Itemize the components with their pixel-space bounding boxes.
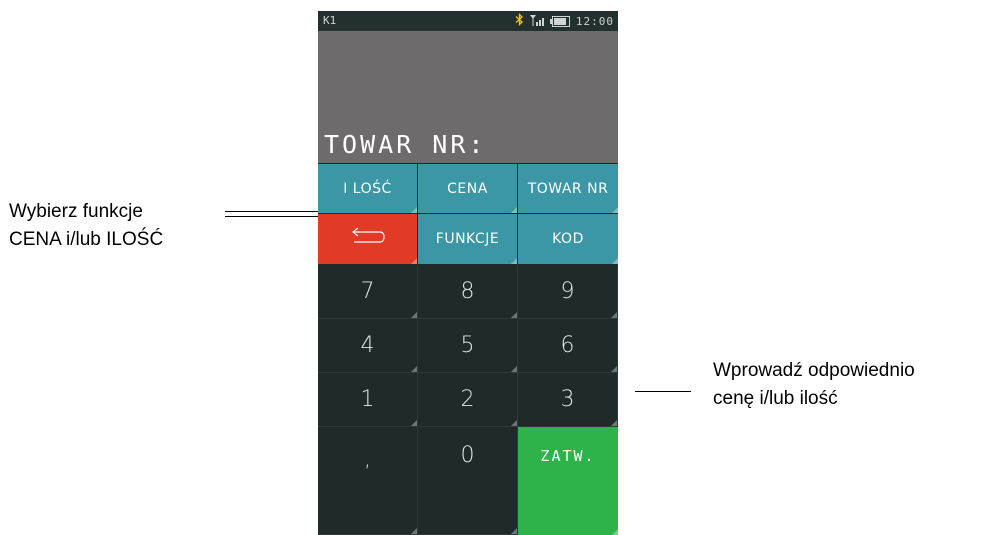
digit-key-6[interactable]: 6 xyxy=(518,319,618,373)
annotation-left-line2: CENA i/lub ILOŚĆ xyxy=(9,229,164,250)
confirm-button-label: ZATW. xyxy=(540,447,596,465)
digit-key-1[interactable]: 1 xyxy=(318,373,418,427)
digit-key-label: 5 xyxy=(460,333,475,358)
back-button[interactable] xyxy=(318,214,417,264)
code-key-label: KOD xyxy=(552,231,584,247)
digit-key-label: 4 xyxy=(360,333,375,358)
comma-key-label: , xyxy=(364,447,371,472)
annotation-left-line1: Wybierz funkcje xyxy=(9,201,143,222)
annotation-left: Wybierz funkcje CENA i/lub ILOŚĆ xyxy=(9,198,163,254)
status-bar: K1 12:00 xyxy=(318,11,618,31)
item-number-key[interactable]: TOWAR NR xyxy=(518,164,618,213)
price-key-label: CENA xyxy=(447,180,488,197)
digit-key-label: 9 xyxy=(560,279,575,304)
display-prompt: TOWAR NR: xyxy=(324,130,487,159)
digit-key-5[interactable]: 5 xyxy=(418,319,518,373)
display-area: TOWAR NR: xyxy=(318,31,618,163)
digit-key-9[interactable]: 9 xyxy=(518,265,618,319)
digit-key-label: 2 xyxy=(460,387,475,412)
digit-key-7[interactable]: 7 xyxy=(318,265,418,319)
signal-icon xyxy=(529,14,546,29)
quantity-key-label: I LOŚĆ xyxy=(343,180,392,197)
digit-key-label: 3 xyxy=(560,387,575,412)
code-key[interactable]: KOD xyxy=(518,214,618,264)
digit-key-label: 7 xyxy=(360,279,375,304)
bluetooth-icon xyxy=(515,12,524,29)
functions-key[interactable]: FUNKCJE xyxy=(418,214,517,264)
pos-terminal-screen: K1 12:00 TOWAR NR: I LOŚĆ CENA TOWAR NR … xyxy=(318,11,618,535)
annotation-right: Wprowadź odpowiednio cenę i/lub ilość xyxy=(713,357,915,413)
digit-key-0[interactable]: 0 xyxy=(418,427,518,535)
battery-icon xyxy=(549,15,570,27)
annotation-right-line1: Wprowadź odpowiednio xyxy=(713,360,915,381)
item-number-key-label: TOWAR NR xyxy=(527,180,609,197)
leader-line-right xyxy=(635,391,691,392)
digit-key-4[interactable]: 4 xyxy=(318,319,418,373)
digit-key-label: 1 xyxy=(360,387,375,412)
status-icons: 12:00 xyxy=(515,12,614,29)
digit-key-label: 0 xyxy=(460,443,475,468)
keypad: I LOŚĆ CENA TOWAR NR FUNKCJE KOD 7 8 9 4… xyxy=(318,164,618,535)
confirm-button[interactable]: ZATW. xyxy=(518,427,618,535)
mode-indicator: K1 xyxy=(323,14,337,27)
functions-key-label: FUNKCJE xyxy=(435,231,500,247)
price-key[interactable]: CENA xyxy=(418,164,517,213)
clock: 12:00 xyxy=(575,14,614,28)
digit-key-label: 8 xyxy=(460,279,475,304)
digit-key-label: 6 xyxy=(560,333,575,358)
battery-level xyxy=(553,17,566,25)
digit-key-8[interactable]: 8 xyxy=(418,265,518,319)
digit-key-2[interactable]: 2 xyxy=(418,373,518,427)
digit-key-3[interactable]: 3 xyxy=(518,373,618,427)
comma-key[interactable]: , xyxy=(318,427,418,535)
quantity-key[interactable]: I LOŚĆ xyxy=(318,164,417,213)
annotation-right-line2: cenę i/lub ilość xyxy=(713,388,838,409)
back-arrow-icon xyxy=(348,227,388,252)
